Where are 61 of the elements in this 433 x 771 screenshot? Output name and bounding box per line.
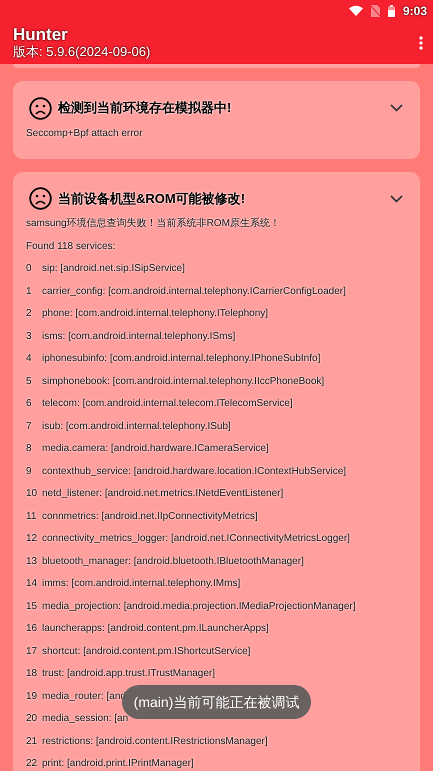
card-title: 当前设备机型&ROM可能被修改!: [58, 190, 246, 208]
service-entry: media.camera: [android.hardware.ICameraService]: [42, 442, 269, 456]
more-menu-icon[interactable]: [419, 36, 423, 50]
service-index: 0: [26, 262, 33, 276]
status-time: 9:03: [402, 2, 427, 20]
service-entry: isub: [com.android.internal.telephony.ISub]: [42, 420, 231, 434]
service-index: 19: [26, 690, 38, 704]
no-sim-icon: [370, 4, 380, 16]
service-index: 2: [26, 307, 33, 322]
service-entry: iphonesubinfo: [com.android.internal.telephony.IPhoneSubInfo]: [42, 352, 320, 366]
battery-icon: [388, 4, 395, 16]
service-entry: isms: [com.android.internal.telephony.ISms]: [42, 330, 236, 344]
service-entry: contexthub_service: [android.hardware.location.IContextHubService]: [42, 464, 346, 479]
service-index: 8: [26, 442, 33, 456]
app-title: Hunter: [13, 26, 69, 42]
service-entry: connectivity_metrics_logger: [android.net.IConnectivityMetricsLogger]: [42, 532, 350, 546]
service-entry: print: [android.print.IPrintManager]: [42, 757, 194, 771]
service-index: 13: [26, 554, 38, 569]
service-entry: media_projection: [android.media.projection.IMediaProjectionManager]: [42, 600, 356, 614]
service-entry: phone: [com.android.internal.telephony.ITelephony]: [42, 307, 268, 322]
service-index: 11: [26, 510, 38, 524]
info-text: Seccomp+Bpf attach error: [26, 126, 142, 141]
service-entry: bluetooth_manager: [android.bluetooth.IBluetoothManager]: [42, 554, 304, 569]
service-index: 4: [26, 352, 33, 366]
wifi-icon: [348, 5, 363, 16]
info-text: Found 118 services:: [26, 240, 116, 254]
service-index: 7: [26, 420, 33, 434]
service-index: 3: [26, 330, 33, 344]
card-title: 检测到当前环境存在模拟器中!: [58, 99, 232, 118]
service-index: 6: [26, 397, 33, 412]
service-entry: carrier_config: [com.android.internal.telephony.ICarrierConfigLoader]: [42, 284, 346, 299]
service-entry: trust: [android.app.trust.ITrustManager]: [42, 667, 216, 682]
service-index: 20: [26, 712, 38, 726]
service-index: 17: [26, 644, 38, 659]
service-entry: imms: [com.android.internal.telephony.IMms]: [42, 577, 240, 592]
service-index: 14: [26, 577, 38, 592]
service-entry: sip: [android.net.sip.ISipService]: [42, 262, 185, 276]
service-index: 22: [26, 757, 38, 771]
sad-face-icon: [29, 187, 52, 210]
service-index: 18: [26, 667, 38, 682]
sad-face-icon: [29, 96, 52, 120]
service-index: 15: [26, 600, 38, 614]
service-index: 5: [26, 374, 33, 389]
service-entry: connmetrics: [android.net.IIpConnectivityMetrics]: [42, 510, 258, 524]
chevron-icon[interactable]: [390, 104, 403, 112]
service-index: 21: [26, 734, 38, 749]
service-index: 12: [26, 532, 38, 546]
service-entry: netd_listener: [android.net.metrics.INetdEventListener]: [42, 487, 284, 502]
service-index: 9: [26, 464, 33, 479]
info-text: samsung环境信息查询失败！当前系统非ROM原生系统！: [26, 216, 280, 232]
service-entry: restrictions: [android.content.IRestrictionsManager]: [42, 734, 268, 749]
service-entry: media_session: [an: [42, 712, 128, 726]
service-entry: telecom: [com.android.internal.telecom.ITelecomService]: [42, 397, 293, 412]
app-version: 版本: 5.9.6(2024-09-06): [13, 42, 152, 60]
service-index: 10: [26, 487, 38, 502]
service-entry: launcherapps: [android.content.pm.ILauncherApps]: [42, 622, 269, 636]
service-entry: simphonebook: [com.android.internal.telephony.IIccPhoneBook]: [42, 374, 324, 389]
service-entry: shortcut: [android.content.pm.IShortcutService]: [42, 644, 250, 659]
chevron-icon[interactable]: [390, 194, 403, 202]
service-index: 16: [26, 622, 38, 636]
service-index: 1: [26, 284, 33, 299]
